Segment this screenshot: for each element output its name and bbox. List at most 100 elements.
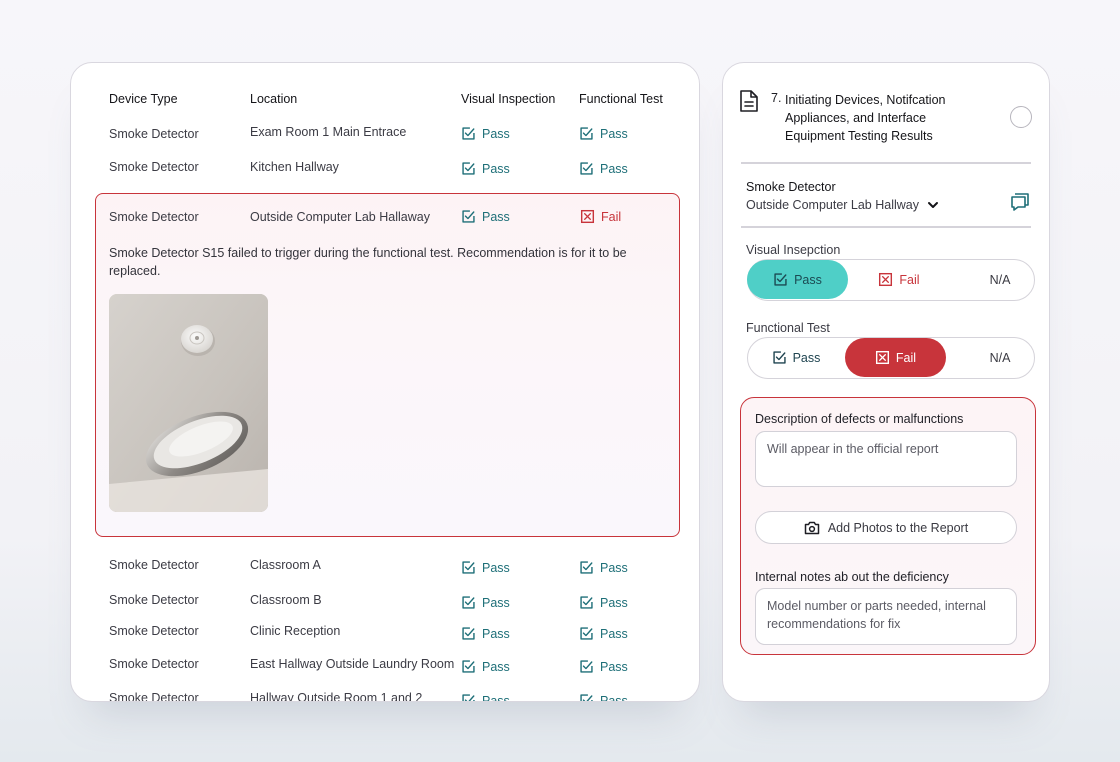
camera-icon <box>804 521 820 534</box>
visual-result-label: Pass <box>482 126 510 141</box>
check-icon <box>461 626 476 641</box>
functional-result: Pass <box>579 626 628 641</box>
check-icon <box>461 595 476 610</box>
functional-na-option[interactable]: N/A <box>968 338 1032 377</box>
device-location: Outside Computer Lab Hallway <box>746 198 919 212</box>
visual-inspection-toggle: Pass Fail N/A <box>747 259 1035 301</box>
functional-result: Fail <box>580 209 621 224</box>
defects-description-input[interactable]: Will appear in the official report <box>755 431 1017 487</box>
ceiling-photo-illustration <box>109 294 268 512</box>
check-icon <box>579 693 594 702</box>
column-header-device-type: Device Type <box>109 92 178 106</box>
device-detail-panel: 7. Initiating Devices, Notifcation Appli… <box>722 62 1050 702</box>
check-icon <box>579 161 594 176</box>
functional-result: Pass <box>579 693 628 702</box>
functional-test-toggle: Pass Fail N/A <box>747 337 1035 379</box>
functional-result-label: Pass <box>600 626 628 641</box>
check-icon <box>461 126 476 141</box>
functional-result-label: Pass <box>600 659 628 674</box>
location-cell: Clinic Reception <box>250 624 341 638</box>
check-icon <box>579 626 594 641</box>
check-icon <box>579 126 594 141</box>
document-icon <box>740 90 758 112</box>
visual-result-label: Pass <box>482 693 510 702</box>
functional-result-label: Pass <box>600 161 628 176</box>
functional-result: Pass <box>579 595 628 610</box>
column-header-location: Location <box>250 92 298 106</box>
functional-result: Pass <box>579 560 628 575</box>
check-icon <box>579 560 594 575</box>
visual-result-label: Pass <box>482 560 510 575</box>
functional-result-label: Pass <box>600 126 628 141</box>
visual-result: Pass <box>461 161 510 176</box>
visual-result: Pass <box>461 595 510 610</box>
device-type-cell: Smoke Detector <box>109 624 199 638</box>
functional-result-label: Pass <box>600 693 628 702</box>
functional-result-label: Pass <box>600 595 628 610</box>
device-type-cell: Smoke Detector <box>109 127 199 141</box>
functional-result: Pass <box>579 126 628 141</box>
visual-pass-option[interactable]: Pass <box>747 260 848 299</box>
functional-fail-option[interactable]: Fail <box>845 338 946 377</box>
column-header-visual-inspection: Visual Inspection <box>461 92 556 106</box>
device-type-cell: Smoke Detector <box>109 657 199 671</box>
device-type-cell: Smoke Detector <box>109 558 199 572</box>
functional-result-label: Fail <box>601 209 622 224</box>
location-cell: Outside Computer Lab Hallaway <box>250 210 430 224</box>
x-box-icon <box>580 209 595 224</box>
device-type-cell: Smoke Detector <box>109 210 199 224</box>
option-label: Pass <box>794 272 822 287</box>
section-title: Initiating Devices, Notifcation Applianc… <box>785 93 946 143</box>
visual-result-label: Pass <box>482 595 510 610</box>
column-header-functional-test: Functional Test <box>579 92 663 106</box>
comments-icon[interactable] <box>1009 191 1031 213</box>
visual-result: Pass <box>461 560 510 575</box>
section-number: 7. <box>771 91 782 105</box>
inspection-table-card: Device Type Location Visual Inspection F… <box>70 62 700 702</box>
deficiency-details: Description of defects or malfunctions W… <box>740 397 1036 655</box>
device-location-selector[interactable]: Outside Computer Lab Hallway <box>746 198 939 212</box>
option-label: N/A <box>989 350 1011 365</box>
functional-result: Pass <box>579 161 628 176</box>
section-complete-radio[interactable] <box>1010 106 1032 128</box>
divider <box>741 162 1031 164</box>
visual-result-label: Pass <box>482 209 510 224</box>
visual-fail-option[interactable]: Fail <box>854 260 944 299</box>
defects-description-label: Description of defects or malfunctions <box>755 412 964 426</box>
internal-notes-input[interactable]: Model number or parts needed, internal r… <box>755 588 1017 645</box>
visual-result-label: Pass <box>482 626 510 641</box>
device-type-cell: Smoke Detector <box>109 160 199 174</box>
location-cell: Classroom B <box>250 593 322 607</box>
device-type-cell: Smoke Detector <box>109 593 199 607</box>
option-label: Fail <box>899 272 920 287</box>
location-cell: Exam Room 1 Main Entrace <box>250 125 407 139</box>
chevron-down-icon <box>928 202 938 208</box>
check-icon <box>461 693 476 702</box>
visual-na-option[interactable]: N/A <box>968 260 1032 299</box>
check-icon <box>461 209 476 224</box>
functional-pass-option[interactable]: Pass <box>748 338 844 377</box>
location-cell: East Hallway Outside Laundry Room <box>250 657 455 671</box>
visual-result: Pass <box>461 626 510 641</box>
divider <box>741 226 1031 228</box>
check-icon <box>579 595 594 610</box>
check-icon <box>461 659 476 674</box>
visual-result: Pass <box>461 209 510 224</box>
functional-test-label: Functional Test <box>746 321 830 335</box>
location-cell: Classroom A <box>250 558 321 572</box>
x-box-icon <box>878 272 893 287</box>
check-icon <box>772 350 787 365</box>
internal-notes-label: Internal notes ab out the deficiency <box>755 570 949 584</box>
visual-result: Pass <box>461 659 510 674</box>
option-label: N/A <box>989 272 1011 287</box>
functional-result: Pass <box>579 659 628 674</box>
expanded-failed-row[interactable]: Smoke Detector Outside Computer Lab Hall… <box>95 193 680 537</box>
functional-result-label: Pass <box>600 560 628 575</box>
visual-result: Pass <box>461 126 510 141</box>
add-photos-button[interactable]: Add Photos to the Report <box>755 511 1017 544</box>
visual-result-label: Pass <box>482 659 510 674</box>
smoke-detector-photo[interactable] <box>109 294 268 512</box>
visual-result-label: Pass <box>482 161 510 176</box>
option-label: Pass <box>792 350 821 365</box>
device-type-cell: Smoke Detector <box>109 691 199 702</box>
